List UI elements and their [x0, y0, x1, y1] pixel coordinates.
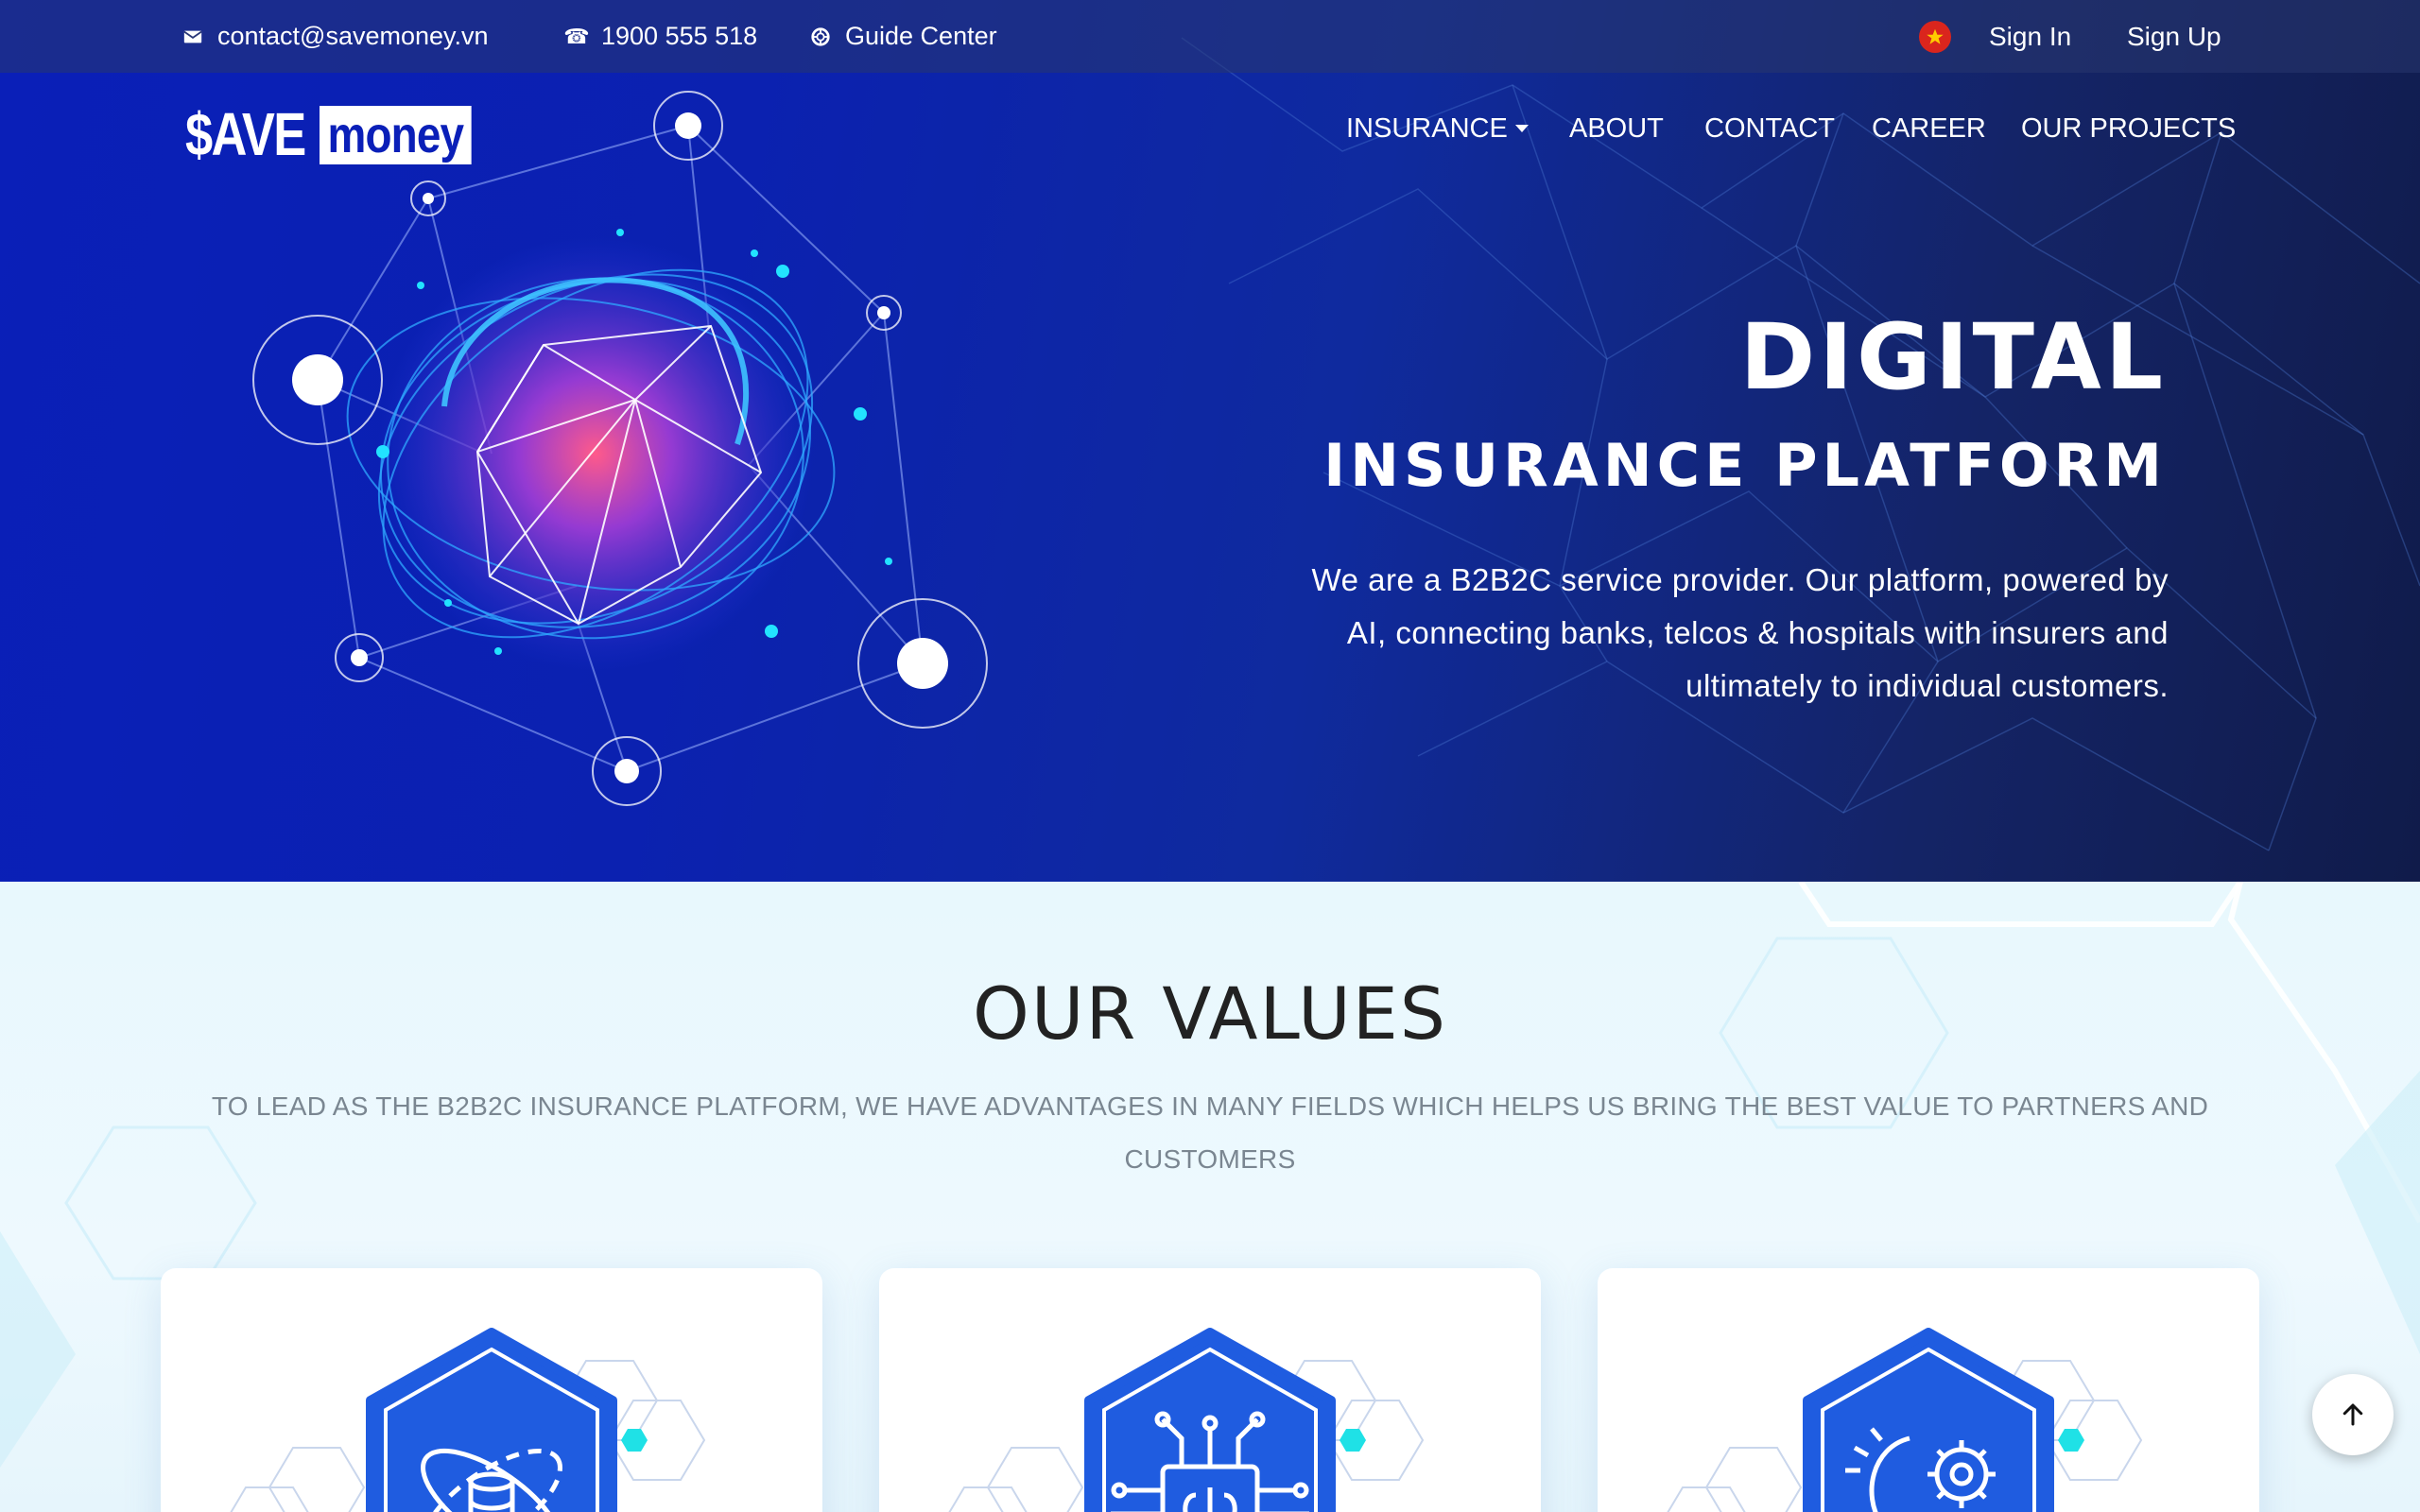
arrow-up-icon [2342, 1403, 2363, 1426]
phone-icon: ☎ [563, 24, 590, 48]
hero-subtitle: INSURANCE PLATFORM [1323, 431, 2167, 500]
hero-desc-line-2: AI, connecting banks, telcos & hospitals… [1346, 615, 2169, 650]
guide-center-text: Guide Center [845, 22, 997, 50]
vietnam-flag-icon[interactable] [1919, 21, 1951, 53]
logo-money-text: money [320, 106, 472, 164]
nav-insurance-label: INSURANCE [1346, 112, 1508, 144]
nav-insurance-dropdown[interactable]: INSURANCE [1346, 104, 1529, 153]
logo-save-text: $AVE [185, 100, 306, 168]
hero-section: contact@savemoney.vn ☎ 1900 555 518 Guid… [0, 0, 2420, 882]
phone-contact[interactable]: ☎ 1900 555 518 [563, 0, 758, 73]
value-card-2 [879, 1268, 1541, 1512]
nav-career[interactable]: CAREER [1872, 104, 1986, 153]
envelope-icon [182, 26, 204, 48]
hero-description: We are a B2B2C service provider. Our pla… [1223, 554, 2169, 713]
savemoney-logo[interactable]: $AVE money [185, 100, 472, 168]
hero-desc-line-3: ultimately to individual customers. [1685, 668, 2169, 703]
value-card-1 [161, 1268, 822, 1512]
database-orbit-icon [230, 1328, 706, 1512]
hero-desc-line-1: We are a B2B2C service provider. Our pla… [1311, 562, 2169, 597]
values-title: OUR VALUES [973, 971, 1447, 1056]
sign-in-link[interactable]: Sign In [1989, 0, 2071, 73]
gear-head-icon [1667, 1328, 2143, 1512]
nav-our-projects[interactable]: OUR PROJECTS [2021, 104, 2236, 153]
sign-up-link[interactable]: Sign Up [2127, 0, 2221, 73]
value-card-3 [1598, 1268, 2259, 1512]
nav-contact[interactable]: CONTACT [1704, 104, 1835, 153]
email-contact[interactable]: contact@savemoney.vn [182, 0, 489, 73]
caret-down-icon [1514, 125, 1529, 132]
hero-title: DIGITAL [1739, 304, 2167, 410]
guide-center-link[interactable]: Guide Center [809, 0, 997, 73]
back-to-top-button[interactable] [2312, 1374, 2394, 1455]
nav-about[interactable]: ABOUT [1569, 104, 1664, 153]
values-description: TO LEAD AS THE B2B2C INSURANCE PLATFORM,… [211, 1091, 2209, 1174]
top-contact-bar: contact@savemoney.vn ☎ 1900 555 518 Guid… [0, 0, 2420, 73]
ai-brain-chip-icon [948, 1328, 1425, 1512]
email-text: contact@savemoney.vn [217, 22, 489, 50]
phone-text: 1900 555 518 [601, 22, 758, 50]
support-lifebuoy-icon [809, 26, 832, 48]
